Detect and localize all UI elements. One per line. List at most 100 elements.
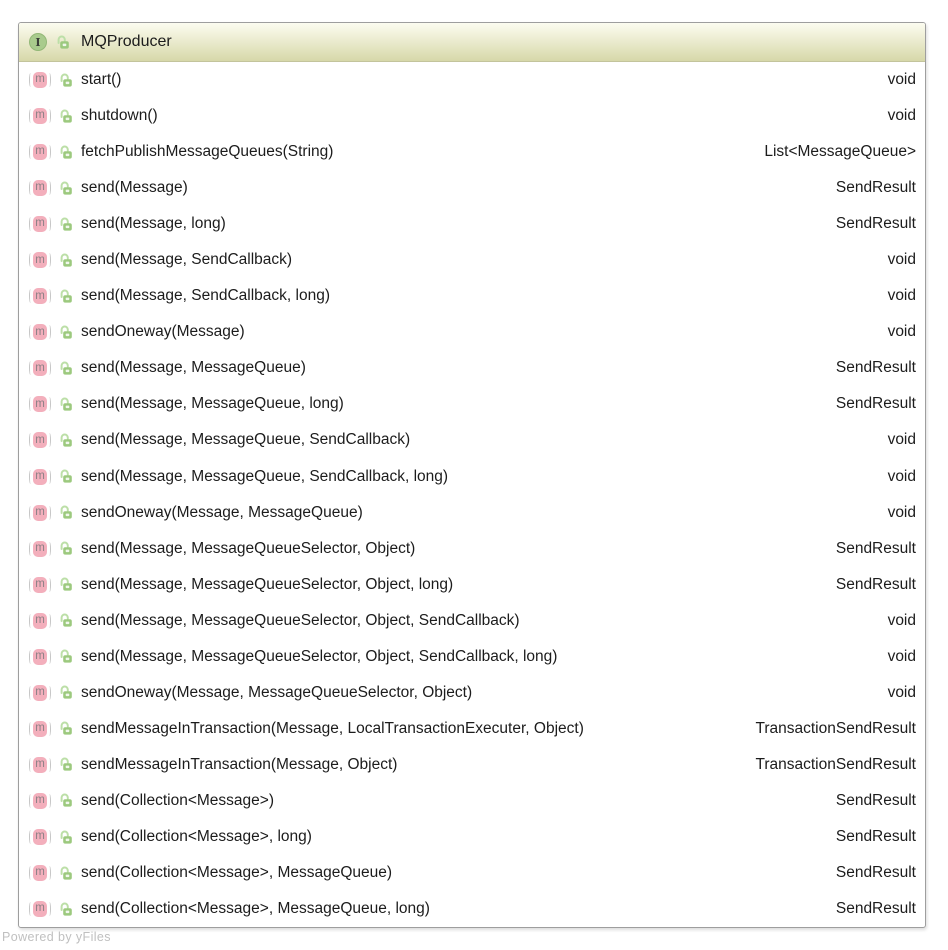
method-row[interactable]: m send(Message, MessageQueueSelector, Ob… — [19, 603, 925, 639]
method-name: sendOneway(Message, MessageQueueSelector… — [81, 683, 473, 701]
method-row[interactable]: m sendOneway(Message, MessageQueue) void — [19, 495, 925, 531]
method-name: send(Collection<Message>, MessageQueue, … — [81, 900, 430, 918]
public-lock-icon — [59, 181, 73, 196]
method-icon: m — [29, 829, 51, 846]
method-return-type: SendResult — [835, 791, 916, 809]
method-icon-badge: m — [33, 865, 47, 882]
method-row[interactable]: m send(Collection<Message>, MessageQueue… — [19, 855, 925, 891]
method-row[interactable]: m send(Message, SendCallback) void — [19, 242, 925, 278]
method-row[interactable]: m sendMessageInTransaction(Message, Obje… — [19, 747, 925, 783]
method-row[interactable]: m send(Message, MessageQueue, SendCallba… — [19, 422, 925, 458]
method-icon-paren-right — [48, 73, 51, 88]
interface-header[interactable]: I MQProducer — [19, 23, 925, 62]
method-icon: m — [29, 684, 51, 701]
method-icon: m — [29, 324, 51, 341]
method-icon-paren-right — [48, 830, 51, 844]
method-icon-paren-left — [29, 253, 32, 268]
method-icon-paren-left — [29, 289, 32, 304]
method-row[interactable]: m send(Message, MessageQueue, SendCallba… — [19, 459, 925, 495]
method-name: send(Message, SendCallback) — [81, 251, 293, 269]
method-icon-paren-left — [29, 685, 32, 700]
method-icon-badge: m — [33, 540, 47, 557]
method-row[interactable]: m sendMessageInTransaction(Message, Loca… — [19, 711, 925, 747]
method-icon-paren-left — [29, 613, 32, 628]
uml-interface-node[interactable]: I MQProducer m start() void m shutdown()… — [18, 22, 926, 928]
method-row[interactable]: m send(Message) SendResult — [19, 170, 925, 206]
method-icon: m — [29, 396, 51, 413]
method-icon-badge: m — [33, 216, 47, 233]
method-return-type: SendResult — [835, 864, 916, 882]
method-icon: m — [29, 865, 51, 882]
method-row[interactable]: m send(Collection<Message>) SendResult — [19, 783, 925, 819]
method-icon: m — [29, 432, 51, 449]
public-lock-icon — [59, 469, 73, 484]
public-lock-icon — [59, 866, 73, 881]
method-row[interactable]: m sendOneway(Message, MessageQueueSelect… — [19, 675, 925, 711]
method-row[interactable]: m sendOneway(Message) void — [19, 314, 925, 350]
method-icon: m — [29, 72, 51, 89]
method-icon-paren-right — [48, 866, 51, 881]
method-icon: m — [29, 720, 51, 737]
method-icon-paren-left — [29, 830, 32, 844]
method-row[interactable]: m send(Message, MessageQueue, long) Send… — [19, 386, 925, 422]
method-icon-paren-right — [48, 613, 51, 628]
interface-icon: I — [29, 33, 47, 51]
method-row[interactable]: m send(Message, MessageQueueSelector, Ob… — [19, 639, 925, 675]
method-icon-paren-left — [29, 73, 32, 88]
method-name: send(Message, MessageQueue, SendCallback… — [81, 467, 449, 485]
method-icon-badge: m — [33, 829, 47, 845]
method-name: send(Message, MessageQueue, SendCallback… — [81, 431, 411, 449]
method-icon-paren-left — [29, 361, 32, 376]
method-name: start() — [81, 71, 122, 89]
method-icon: m — [29, 901, 51, 918]
public-lock-icon — [59, 902, 73, 917]
method-icon-paren-right — [48, 902, 51, 917]
method-icon-paren-right — [48, 397, 51, 412]
method-row[interactable]: m send(Message, MessageQueueSelector, Ob… — [19, 531, 925, 567]
method-icon-paren-left — [29, 469, 32, 484]
public-lock-icon — [59, 217, 73, 232]
method-row[interactable]: m send(Message, SendCallback, long) void — [19, 278, 925, 314]
method-icon-badge: m — [33, 324, 47, 341]
method-icon-paren-right — [48, 757, 51, 772]
method-icon-paren-left — [29, 109, 32, 124]
interface-title: MQProducer — [81, 33, 172, 50]
method-icon-paren-right — [48, 289, 51, 304]
method-row[interactable]: m start() void — [19, 62, 925, 98]
public-lock-icon — [59, 649, 73, 664]
method-row[interactable]: m send(Collection<Message>, long) SendRe… — [19, 819, 925, 855]
method-icon-paren-left — [29, 577, 32, 592]
method-icon-paren-left — [29, 541, 32, 556]
method-row[interactable]: m send(Message, MessageQueue) SendResult — [19, 350, 925, 386]
method-icon-badge: m — [33, 144, 47, 161]
method-name: send(Collection<Message>) — [81, 791, 274, 809]
method-icon-paren-right — [48, 145, 51, 160]
method-icon-badge: m — [33, 108, 47, 125]
method-icon: m — [29, 756, 51, 773]
method-return-type: void — [887, 251, 916, 269]
method-icon-badge: m — [33, 756, 47, 773]
method-name: sendMessageInTransaction(Message, Object… — [81, 755, 398, 773]
method-row[interactable]: m shutdown() void — [19, 98, 925, 134]
method-list: m start() void m shutdown() void m fetch… — [19, 62, 925, 927]
method-row[interactable]: m fetchPublishMessageQueues(String) List… — [19, 134, 925, 170]
method-row[interactable]: m send(Message, MessageQueueSelector, Ob… — [19, 567, 925, 603]
method-icon-badge: m — [33, 468, 47, 485]
public-lock-icon — [59, 289, 73, 304]
public-lock-icon — [59, 830, 73, 845]
method-return-type: List<MessageQueue> — [764, 143, 916, 161]
method-icon-paren-right — [48, 469, 51, 484]
method-return-type: SendResult — [835, 900, 916, 918]
method-icon-paren-right — [48, 253, 51, 268]
method-row[interactable]: m send(Message, long) SendResult — [19, 206, 925, 242]
method-name: sendOneway(Message) — [81, 323, 245, 341]
public-lock-icon — [59, 253, 73, 268]
method-icon-paren-left — [29, 217, 32, 232]
method-icon-paren-right — [48, 505, 51, 520]
method-row[interactable]: m send(Collection<Message>, MessageQueue… — [19, 891, 925, 927]
method-icon-badge: m — [33, 180, 47, 197]
public-lock-icon — [56, 35, 70, 50]
method-name: send(Message, MessageQueue, long) — [81, 395, 344, 413]
method-return-type: SendResult — [835, 828, 916, 845]
method-icon-paren-right — [48, 433, 51, 448]
